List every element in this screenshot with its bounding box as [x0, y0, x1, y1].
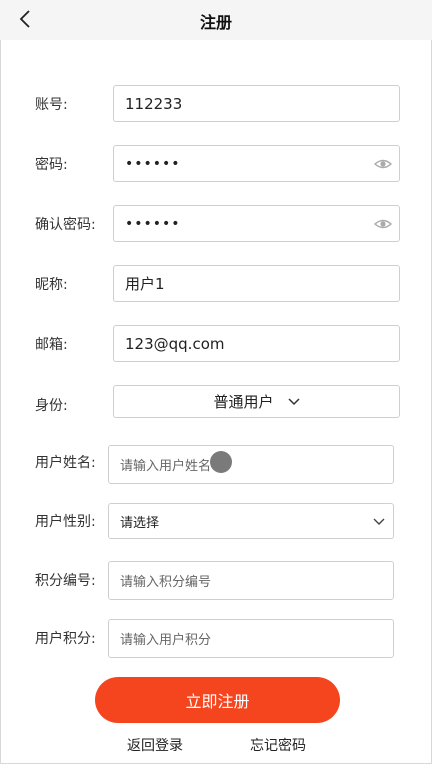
identity-value: 普通用户 [213, 393, 274, 411]
account-label: 账号: [35, 97, 68, 113]
email-input[interactable]: 123@qq.com [113, 325, 400, 362]
user-points-input[interactable]: 请输入用户积分 [108, 619, 394, 658]
account-input[interactable]: 112233 [113, 85, 400, 122]
user-name-label: 用户姓名: [35, 455, 96, 471]
user-gender-value: 请选择 [120, 515, 160, 531]
nickname-input[interactable]: 用户1 [113, 265, 400, 302]
user-gender-label: 用户性别: [35, 514, 96, 530]
confirm-password-label: 确认密码: [35, 217, 96, 233]
touch-cursor [210, 451, 232, 473]
forgot-password-link[interactable]: 忘记密码 [250, 735, 306, 755]
user-points-placeholder: 请输入用户积分 [120, 633, 212, 648]
nickname-label: 昵称: [35, 277, 68, 293]
email-value: 123@qq.com [125, 334, 225, 353]
password-value: •••••• [125, 155, 181, 172]
points-code-placeholder: 请输入积分编号 [120, 575, 212, 590]
user-points-label: 用户积分: [35, 631, 96, 647]
page-title: 注册 [199, 13, 232, 32]
password-input[interactable]: •••••• [113, 145, 400, 182]
chevron-down-icon [373, 515, 385, 530]
email-label: 邮箱: [35, 337, 68, 353]
user-gender-select[interactable]: 请选择 [108, 503, 394, 539]
identity-label: 身份: [35, 398, 68, 414]
header-bar: 注册 [0, 0, 432, 40]
identity-select[interactable]: 普通用户 [113, 385, 400, 418]
user-name-input[interactable]: 请输入用户姓名 [108, 445, 394, 484]
user-name-placeholder: 请输入用户姓名 [120, 459, 212, 474]
register-button[interactable]: 立即注册 [95, 677, 340, 723]
back-to-login-link[interactable]: 返回登录 [127, 735, 183, 755]
points-code-input[interactable]: 请输入积分编号 [108, 561, 394, 600]
points-code-label: 积分编号: [35, 573, 96, 589]
account-value: 112233 [125, 94, 183, 113]
confirm-password-input[interactable]: •••••• [113, 205, 400, 242]
confirm-password-value: •••••• [125, 215, 181, 232]
nickname-value: 用户1 [125, 275, 165, 293]
password-label: 密码: [35, 157, 68, 173]
eye-icon[interactable] [374, 156, 392, 172]
chevron-down-icon [287, 397, 300, 406]
eye-icon[interactable] [374, 216, 392, 232]
